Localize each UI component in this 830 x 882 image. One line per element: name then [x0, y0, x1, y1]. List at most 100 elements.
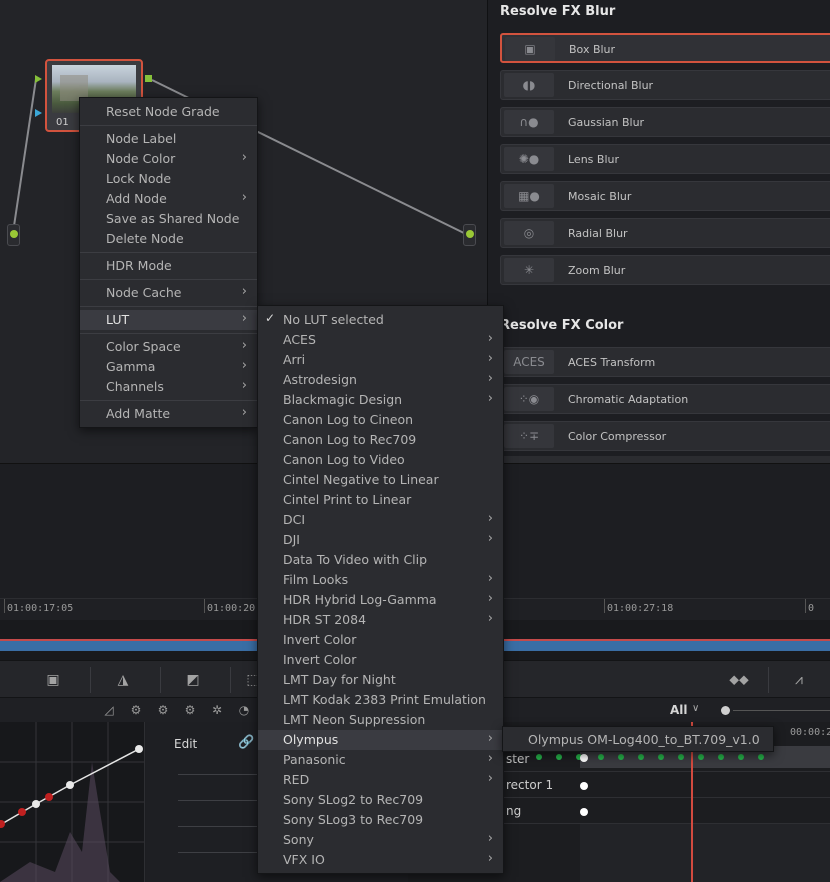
menu-item-gamma[interactable]: Gamma ›	[80, 357, 257, 377]
color-warper-icon[interactable]: ◮	[106, 669, 140, 691]
fx-item-gaussian-blur[interactable]: ∩● Gaussian Blur	[500, 107, 830, 137]
lut-item-data-to-video[interactable]: Data To Video with Clip	[258, 550, 503, 570]
lut-item-dci[interactable]: DCI ›	[258, 510, 503, 530]
lut-item-invert-color[interactable]: Invert Color	[258, 630, 503, 650]
radial-blur-icon: ◎	[504, 221, 554, 245]
lut-item-lmt-neon[interactable]: LMT Neon Suppression	[258, 710, 503, 730]
lut-item-hdr-hlg[interactable]: HDR Hybrid Log-Gamma ›	[258, 590, 503, 610]
keyframe-point[interactable]	[580, 808, 588, 816]
zoom-slider-track[interactable]	[733, 710, 830, 711]
fx-item-chromatic-adaptation[interactable]: ⁘◉ Chromatic Adaptation	[500, 384, 830, 414]
lut-item-astrodesign[interactable]: Astrodesign ›	[258, 370, 503, 390]
menu-item-node-label[interactable]: Node Label	[80, 129, 257, 149]
source-input-port[interactable]	[7, 224, 20, 246]
menu-item-node-color[interactable]: Node Color ›	[80, 149, 257, 169]
lut-item-lmt-kodak-2383[interactable]: LMT Kodak 2383 Print Emulation	[258, 690, 503, 710]
image-wipe-icon[interactable]: ▣	[36, 669, 70, 691]
lum-vs-sat-icon[interactable]: ✲	[208, 701, 226, 719]
fx-item-color-compressor[interactable]: ⁘∓ Color Compressor	[500, 421, 830, 451]
menu-item-hdr-mode[interactable]: HDR Mode	[80, 256, 257, 276]
channel-slider[interactable]	[178, 800, 258, 801]
keyframe-point[interactable]	[580, 754, 588, 762]
keyframe-marker[interactable]	[658, 754, 664, 760]
lut-item-blackmagic[interactable]: Blackmagic Design ›	[258, 390, 503, 410]
lut-item-canon-video[interactable]: Canon Log to Video	[258, 450, 503, 470]
menu-item-channels[interactable]: Channels ›	[80, 377, 257, 397]
keyframe-marker[interactable]	[758, 754, 764, 760]
lut-item-vfx-io[interactable]: VFX IO ›	[258, 850, 503, 870]
hue-vs-sat-icon[interactable]: ⚙	[154, 701, 172, 719]
keyframe-marker[interactable]	[556, 754, 562, 760]
timecode: 01:00:17:05	[3, 599, 74, 614]
menu-item-color-space[interactable]: Color Space ›	[80, 337, 257, 357]
fx-item-radial-blur[interactable]: ◎ Radial Blur	[500, 218, 830, 248]
channel-slider[interactable]	[178, 774, 258, 775]
channel-slider[interactable]	[178, 852, 258, 853]
menu-item-lut[interactable]: LUT ›	[80, 310, 257, 330]
sat-vs-sat-icon[interactable]: ◔	[235, 701, 253, 719]
keyframe-marker[interactable]	[598, 754, 604, 760]
output-port[interactable]	[463, 224, 476, 246]
menu-item-add-node[interactable]: Add Node ›	[80, 189, 257, 209]
lut-item-canon-rec709[interactable]: Canon Log to Rec709	[258, 430, 503, 450]
lut-item-olympus[interactable]: Olympus ›	[258, 730, 503, 750]
fx-item-lens-blur[interactable]: ✺● Lens Blur	[500, 144, 830, 174]
menu-item-delete-node[interactable]: Delete Node	[80, 229, 257, 249]
lut-item-film-looks[interactable]: Film Looks ›	[258, 570, 503, 590]
lut-item-invert-color-2[interactable]: Invert Color	[258, 650, 503, 670]
keyframe-marker[interactable]	[638, 754, 644, 760]
lut-item-sony-slog2[interactable]: Sony SLog2 to Rec709	[258, 790, 503, 810]
keyframe-point[interactable]	[580, 782, 588, 790]
edit-label: Edit	[174, 737, 198, 751]
keyframe-row-label: ster	[506, 752, 530, 766]
keyframe-marker[interactable]	[718, 754, 724, 760]
fx-item-label: Color Compressor	[568, 430, 667, 443]
fx-item-mosaic-blur[interactable]: ▦● Mosaic Blur	[500, 181, 830, 211]
lut-item-none[interactable]: ✓ No LUT selected	[258, 310, 503, 330]
channel-slider[interactable]	[178, 826, 258, 827]
lut-item-canon-cineon[interactable]: Canon Log to Cineon	[258, 410, 503, 430]
fx-item-box-blur[interactable]: ▣ Box Blur	[500, 33, 830, 63]
qualifier-icon[interactable]: ◩	[176, 669, 210, 691]
lut-item-dji[interactable]: DJI ›	[258, 530, 503, 550]
lut-item-sony[interactable]: Sony ›	[258, 830, 503, 850]
keyframe-marker[interactable]	[536, 754, 542, 760]
node-key-input-icon[interactable]	[35, 109, 42, 117]
fx-item-directional-blur[interactable]: ◖◗ Directional Blur	[500, 70, 830, 100]
lut-item-arri[interactable]: Arri ›	[258, 350, 503, 370]
keyframe-marker[interactable]	[698, 754, 704, 760]
keyframes-icon[interactable]: ⬥⬥	[722, 669, 756, 691]
keyframe-marker[interactable]	[678, 754, 684, 760]
zoom-slider-knob[interactable]	[721, 706, 730, 715]
link-icon[interactable]: 🔗	[238, 735, 254, 750]
lut-item-olympus-om-log400[interactable]: Olympus OM-Log400_to_BT.709_v1.0	[503, 728, 773, 752]
fx-item-zoom-blur[interactable]: ✳ Zoom Blur	[500, 255, 830, 285]
lut-item-sony-slog3[interactable]: Sony SLog3 to Rec709	[258, 810, 503, 830]
node-rgb-input-icon[interactable]	[35, 75, 42, 83]
keyframe-filter-dropdown[interactable]: All	[670, 703, 688, 717]
lut-item-cintel-negative[interactable]: Cintel Negative to Linear	[258, 470, 503, 490]
scopes-icon[interactable]: ⩘	[782, 669, 816, 691]
menu-item-add-matte[interactable]: Add Matte ›	[80, 404, 257, 424]
lut-item-hdr-st2084[interactable]: HDR ST 2084 ›	[258, 610, 503, 630]
node-rgb-output-icon[interactable]	[145, 75, 152, 82]
menu-item-reset-node-grade[interactable]: Reset Node Grade	[80, 102, 257, 122]
lut-item-red[interactable]: RED ›	[258, 770, 503, 790]
fx-item-label: Radial Blur	[568, 227, 628, 240]
menu-item-node-cache[interactable]: Node Cache ›	[80, 283, 257, 303]
chevron-down-icon[interactable]: ∨	[692, 703, 699, 714]
custom-curves-icon[interactable]: ◿	[100, 701, 118, 719]
lut-item-cintel-print[interactable]: Cintel Print to Linear	[258, 490, 503, 510]
menu-item-lock-node[interactable]: Lock Node	[80, 169, 257, 189]
hue-vs-lum-icon[interactable]: ⚙	[181, 701, 199, 719]
fx-item-aces-transform[interactable]: ACES ACES Transform	[500, 347, 830, 377]
lut-item-panasonic[interactable]: Panasonic ›	[258, 750, 503, 770]
hue-vs-hue-icon[interactable]: ⚙	[127, 701, 145, 719]
keyframe-marker[interactable]	[618, 754, 624, 760]
lut-item-aces[interactable]: ACES ›	[258, 330, 503, 350]
curve-point	[0, 820, 5, 828]
menu-item-save-shared-node[interactable]: Save as Shared Node	[80, 209, 257, 229]
lut-item-lmt-day-for-night[interactable]: LMT Day for Night	[258, 670, 503, 690]
curves-graph[interactable]	[0, 722, 145, 882]
keyframe-marker[interactable]	[738, 754, 744, 760]
